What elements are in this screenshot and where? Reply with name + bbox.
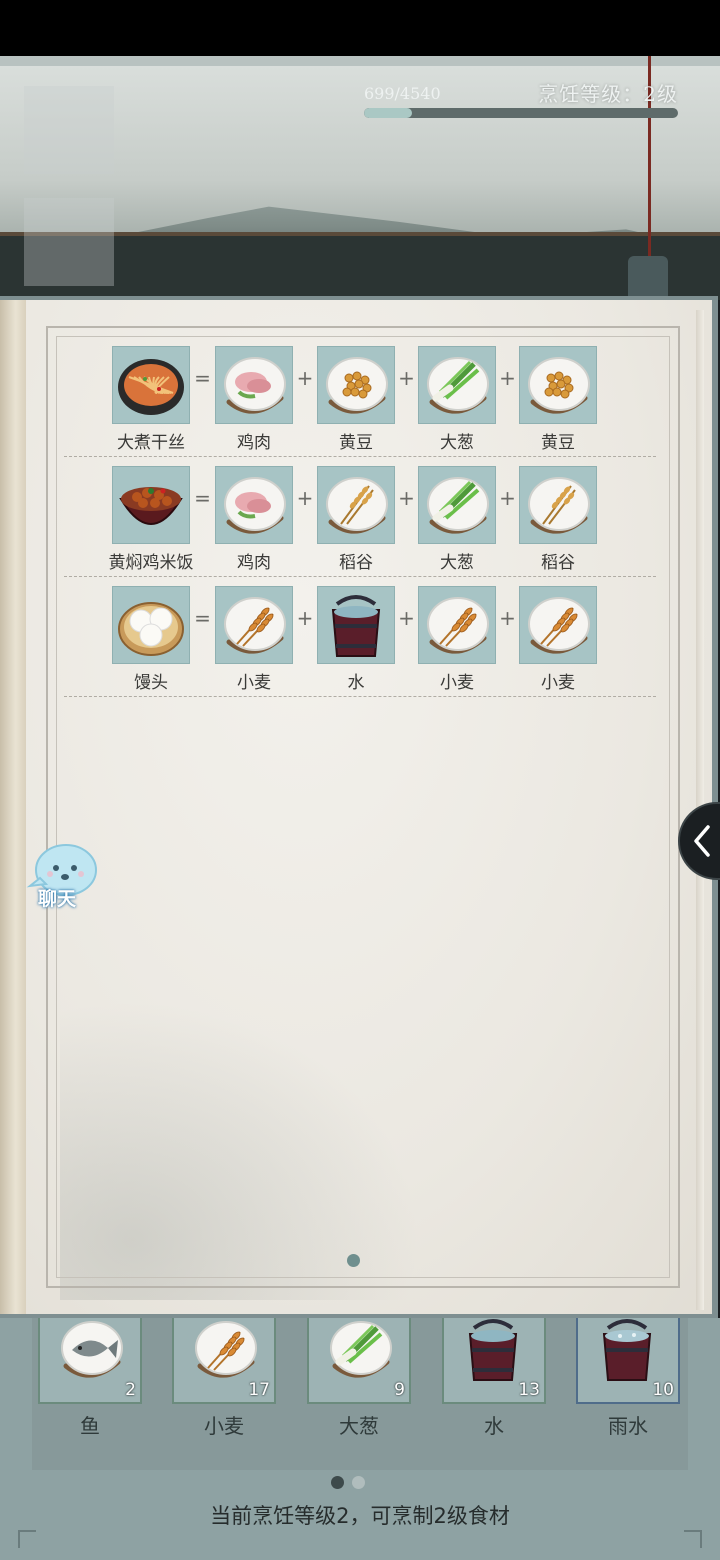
recipe-ingredient-slot[interactable]: 小麦: [418, 586, 496, 693]
faded-side-button: [24, 86, 114, 174]
recipe-divider: [64, 696, 656, 697]
cooking-level-note: 当前烹饪等级2，可烹制2级食材: [210, 1504, 510, 1528]
status-bar: [0, 0, 720, 56]
plus-sign: +: [499, 366, 516, 390]
ingredient-name: 鸡肉: [237, 553, 271, 573]
recipe-dish-slot[interactable]: 馒头: [112, 586, 190, 693]
plus-sign: +: [296, 366, 314, 390]
recipe-ingredient-slot[interactable]: 鸡肉: [215, 346, 293, 453]
inventory-page-dot-active[interactable]: [331, 1476, 344, 1489]
plus-sign: +: [398, 606, 415, 630]
inventory-item[interactable]: 10 雨水: [576, 1318, 680, 1439]
scallion-icon: [418, 466, 496, 544]
recipe-ingredient-slot[interactable]: 稻谷: [519, 466, 597, 573]
recipe-dish-slot[interactable]: 大煮干丝: [112, 346, 190, 453]
item-name: 水: [484, 1414, 504, 1438]
inventory-page-dot[interactable]: [352, 1476, 365, 1489]
scallion-icon: [418, 346, 496, 424]
recipe-ingredient-slot[interactable]: 小麦: [215, 586, 293, 693]
fish-icon: 2: [38, 1318, 142, 1404]
water-bucket-icon: [317, 586, 395, 664]
plus-sign: +: [398, 486, 415, 510]
rain-water-bucket-icon: 10: [576, 1318, 680, 1404]
item-count: 17: [248, 1380, 270, 1400]
shredded-tofu-dish-icon: [112, 346, 190, 424]
recipe-ingredient-slot[interactable]: 水: [317, 586, 395, 693]
item-count: 13: [518, 1380, 540, 1400]
recipe-ingredient-slot[interactable]: 鸡肉: [215, 466, 293, 573]
recipe-ingredient-slot[interactable]: 小麦: [519, 586, 597, 693]
cooking-exp-text: 699/4540: [364, 84, 441, 103]
ingredient-name: 黄豆: [541, 433, 575, 453]
inventory-item[interactable]: 13 水: [442, 1318, 546, 1439]
recipe-row[interactable]: 大煮干丝 = 鸡肉 + 黄豆 + 大葱 + 黄豆: [64, 336, 656, 457]
book-spine: [0, 300, 26, 1314]
faded-side-button: [24, 198, 114, 286]
wheat-icon: [215, 586, 293, 664]
item-name: 雨水: [608, 1414, 648, 1438]
recipe-ingredient-slot[interactable]: 稻谷: [317, 466, 395, 573]
wheat-icon: [519, 586, 597, 664]
inventory-item[interactable]: 9 大葱: [307, 1318, 411, 1439]
book-page-indicator[interactable]: [347, 1254, 360, 1267]
item-name: 大葱: [339, 1414, 379, 1438]
cooking-exp-bar: [364, 108, 678, 118]
inventory-item[interactable]: 2鱼: [38, 1318, 142, 1439]
recipe-ingredient-slot[interactable]: 大葱: [418, 346, 496, 453]
rice-grain-icon: [317, 466, 395, 544]
hanging-lantern: [628, 256, 668, 300]
plus-sign: +: [398, 366, 415, 390]
recipe-row[interactable]: 馒头 = 小麦 + 水 + 小麦 + 小麦: [64, 576, 656, 697]
soybean-icon: [317, 346, 395, 424]
item-count: 10: [652, 1380, 674, 1400]
plus-sign: +: [499, 606, 516, 630]
water-bucket-icon: 13: [442, 1318, 546, 1404]
ingredient-name: 小麦: [541, 673, 575, 693]
wheat-icon: [418, 586, 496, 664]
chat-label[interactable]: 聊天: [38, 884, 76, 911]
ingredient-name: 小麦: [237, 673, 271, 693]
cooking-level-label: 烹饪等级：2级: [538, 82, 678, 106]
dish-name: 大煮干丝: [117, 433, 185, 453]
plus-sign: +: [296, 486, 314, 510]
ingredient-name: 鸡肉: [237, 433, 271, 453]
inventory-item[interactable]: 17 小麦: [172, 1318, 276, 1439]
item-name: 鱼: [80, 1414, 100, 1438]
chevron-left-icon: [694, 825, 710, 857]
item-count: 9: [394, 1380, 405, 1400]
scallion-icon: 9: [307, 1318, 411, 1404]
rice-grain-icon: [519, 466, 597, 544]
equals-sign: =: [194, 486, 211, 510]
item-count: 2: [125, 1380, 136, 1400]
equals-sign: =: [194, 606, 211, 630]
wheat-icon: 17: [172, 1318, 276, 1404]
soybean-icon: [519, 346, 597, 424]
item-name: 小麦: [204, 1414, 244, 1438]
panel-corner-ornament: [18, 1530, 36, 1548]
dish-name: 馒头: [134, 673, 168, 693]
braised-chicken-rice-icon: [112, 466, 190, 544]
recipe-dish-slot[interactable]: 黄焖鸡米饭: [109, 466, 194, 573]
chicken-meat-icon: [215, 466, 293, 544]
equals-sign: =: [194, 366, 211, 390]
recipe-row[interactable]: 黄焖鸡米饭 = 鸡肉 + 稻谷 + 大葱 + 稻谷: [64, 456, 656, 577]
ingredient-name: 稻谷: [541, 553, 575, 573]
steamed-bun-icon: [112, 586, 190, 664]
dish-name: 黄焖鸡米饭: [108, 553, 194, 573]
chicken-meat-icon: [215, 346, 293, 424]
recipe-ingredient-slot[interactable]: 黄豆: [519, 346, 597, 453]
plus-sign: +: [499, 486, 516, 510]
panel-corner-ornament: [684, 1530, 702, 1548]
recipe-ingredient-slot[interactable]: 黄豆: [317, 346, 395, 453]
recipe-ingredient-slot[interactable]: 大葱: [418, 466, 496, 573]
plus-sign: +: [296, 606, 314, 630]
cooking-exp-fill: [364, 108, 413, 118]
